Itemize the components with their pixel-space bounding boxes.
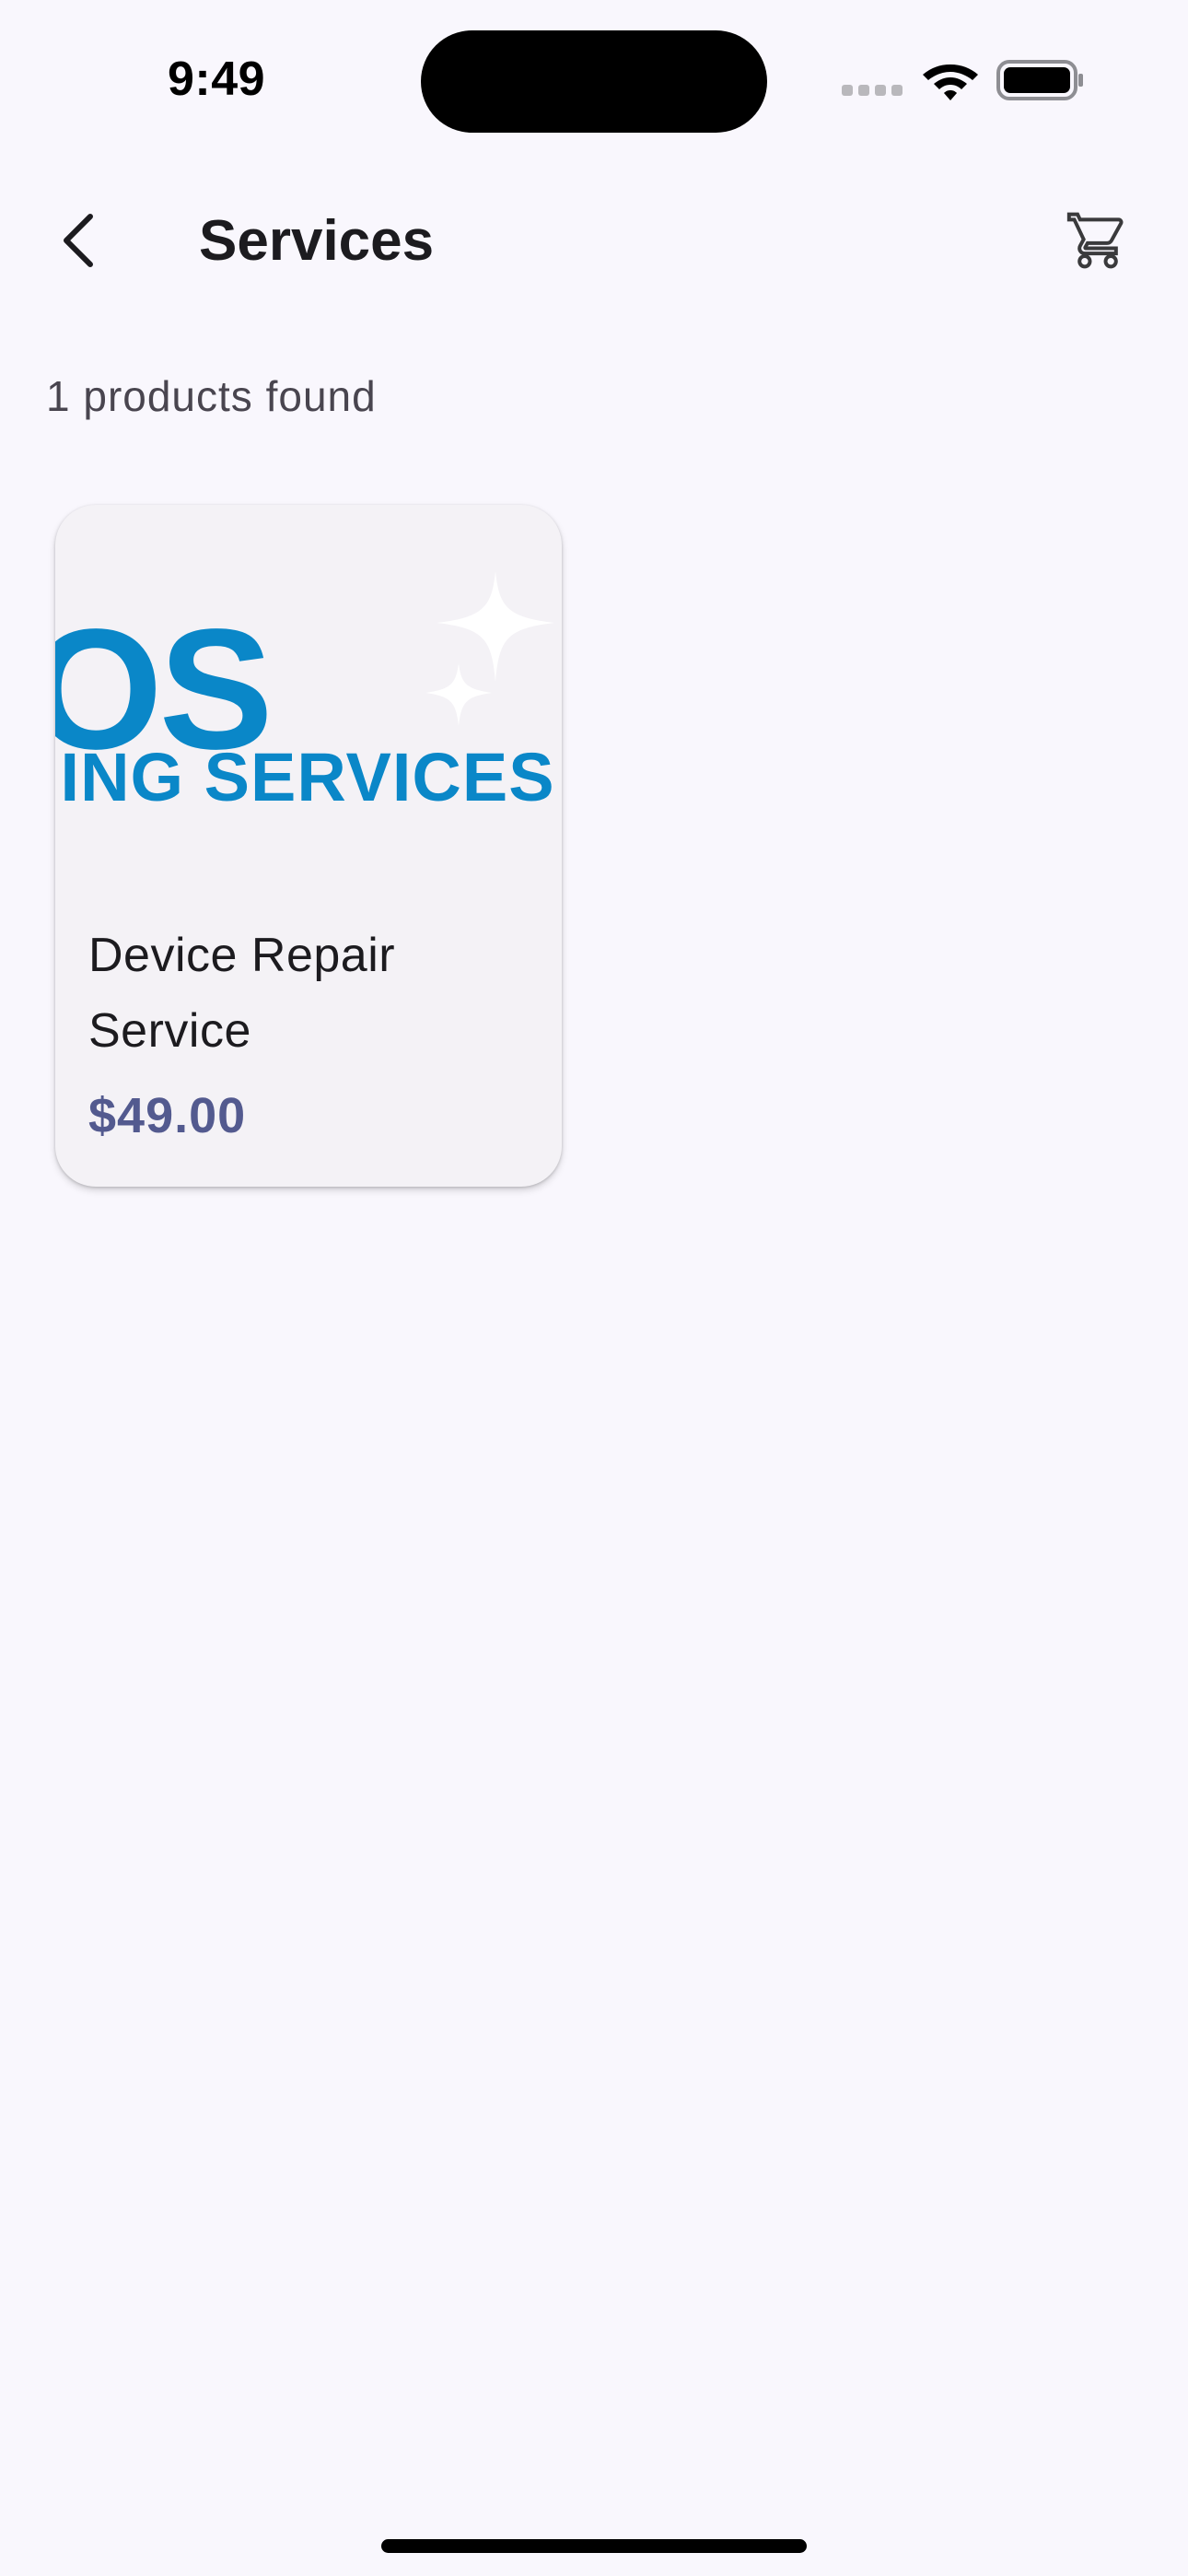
page-title: Services (199, 209, 435, 273)
status-bar-time: 9:49 (168, 53, 266, 106)
product-card[interactable]: OS IING SERVICES Device Repair Service $… (55, 505, 562, 1187)
sparkle-icon (425, 571, 554, 726)
product-name: Device Repair Service (88, 929, 396, 1058)
cellular-signal-icon (842, 85, 904, 98)
home-indicator[interactable] (381, 2539, 807, 2553)
dynamic-island (421, 30, 767, 133)
battery-icon (996, 60, 1083, 100)
chevron-left-icon (64, 214, 93, 267)
back-button[interactable] (44, 199, 111, 282)
product-image: OS IING SERVICES (55, 505, 562, 873)
product-price: $49.00 (88, 1088, 247, 1143)
results-count: 1 products found (46, 372, 377, 420)
shopping-cart-icon (1066, 212, 1124, 269)
cart-button[interactable] (1059, 199, 1136, 282)
wifi-icon (923, 64, 978, 100)
